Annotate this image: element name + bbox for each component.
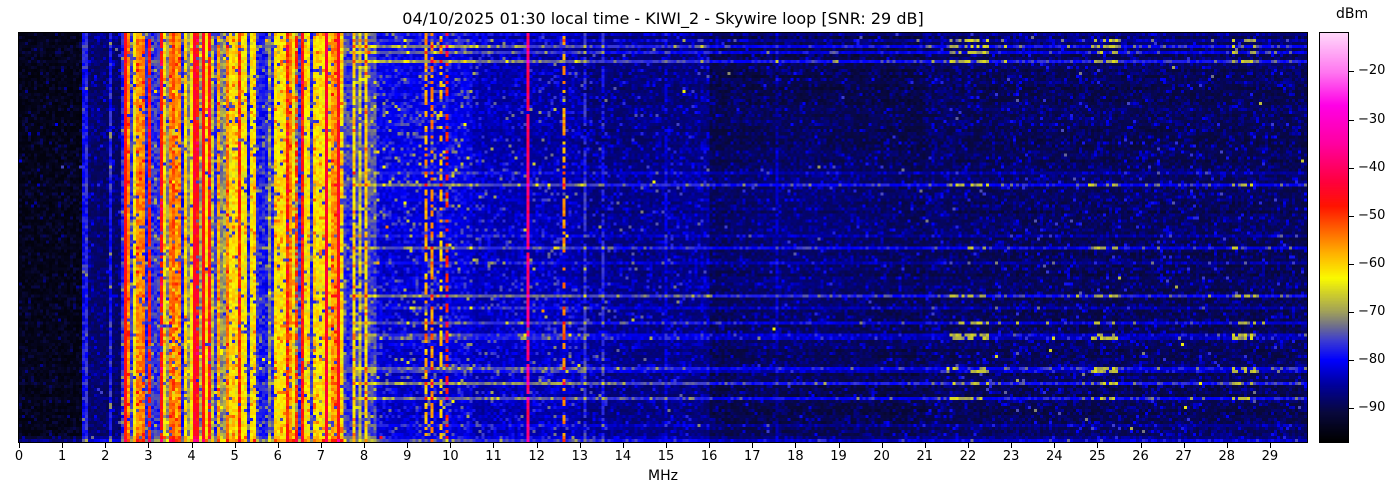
colorbar-tick-mark: [1349, 120, 1354, 121]
colorbar-tick-label: −90: [1358, 401, 1385, 415]
x-tick-mark: [968, 443, 969, 448]
x-tick-label: 26: [1121, 449, 1161, 464]
colorbar-unit-label: dBm: [1336, 6, 1396, 22]
spectrogram-figure: 04/10/2025 01:30 local time - KIWI_2 - S…: [0, 0, 1400, 500]
colorbar-tick-mark: [1349, 264, 1354, 265]
x-tick-label: 24: [1034, 449, 1074, 464]
x-tick-mark: [752, 443, 753, 448]
x-tick-label: 14: [603, 449, 643, 464]
x-tick-mark: [235, 443, 236, 448]
x-tick-label: 1: [42, 449, 82, 464]
x-tick-label: 27: [1164, 449, 1204, 464]
colorbar-tick-label: −70: [1358, 305, 1385, 319]
x-tick-label: 16: [689, 449, 729, 464]
x-tick-label: 13: [560, 449, 600, 464]
x-tick-label: 20: [862, 449, 902, 464]
x-tick-label: 17: [732, 449, 772, 464]
colorbar-tick-mark: [1349, 71, 1354, 72]
colorbar-tick-label: −50: [1358, 209, 1385, 223]
x-tick-mark: [795, 443, 796, 448]
x-tick-mark: [882, 443, 883, 448]
spectrogram-plot: [19, 33, 1307, 442]
colorbar-tick-label: −30: [1358, 113, 1385, 127]
x-tick-mark: [62, 443, 63, 448]
x-tick-mark: [537, 443, 538, 448]
x-tick-label: 19: [819, 449, 859, 464]
colorbar-tick-label: −20: [1358, 64, 1385, 78]
x-tick-mark: [278, 443, 279, 448]
colorbar-tick-mark: [1349, 360, 1354, 361]
spectrogram-canvas: [19, 33, 1307, 442]
x-tick-label: 10: [430, 449, 470, 464]
x-tick-label: 22: [948, 449, 988, 464]
x-tick-mark: [192, 443, 193, 448]
x-tick-label: 28: [1207, 449, 1247, 464]
colorbar-tick-mark: [1349, 312, 1354, 313]
x-tick-mark: [19, 443, 20, 448]
x-tick-mark: [1184, 443, 1185, 448]
colorbar-canvas: [1320, 33, 1348, 442]
x-tick-label: 29: [1250, 449, 1290, 464]
x-tick-label: 9: [387, 449, 427, 464]
colorbar-tick-label: −60: [1358, 257, 1385, 271]
x-tick-label: 12: [517, 449, 557, 464]
x-tick-label: 21: [905, 449, 945, 464]
x-tick-mark: [105, 443, 106, 448]
x-tick-mark: [623, 443, 624, 448]
x-tick-label: 6: [258, 449, 298, 464]
x-tick-label: 3: [128, 449, 168, 464]
x-tick-mark: [839, 443, 840, 448]
x-tick-label: 7: [301, 449, 341, 464]
colorbar-tick-mark: [1349, 168, 1354, 169]
chart-title: 04/10/2025 01:30 local time - KIWI_2 - S…: [19, 9, 1307, 28]
x-tick-mark: [407, 443, 408, 448]
x-tick-label: 8: [344, 449, 384, 464]
x-tick-mark: [1141, 443, 1142, 448]
x-tick-mark: [709, 443, 710, 448]
colorbar-tick-mark: [1349, 216, 1354, 217]
x-axis-label: MHz: [19, 468, 1307, 484]
colorbar-tick-label: −80: [1358, 353, 1385, 367]
x-tick-mark: [580, 443, 581, 448]
x-tick-mark: [666, 443, 667, 448]
x-tick-label: 5: [215, 449, 255, 464]
x-tick-mark: [493, 443, 494, 448]
x-tick-mark: [1270, 443, 1271, 448]
x-tick-label: 4: [172, 449, 212, 464]
x-tick-mark: [925, 443, 926, 448]
x-tick-mark: [364, 443, 365, 448]
x-tick-mark: [1054, 443, 1055, 448]
x-tick-mark: [450, 443, 451, 448]
x-tick-mark: [148, 443, 149, 448]
x-tick-label: 18: [775, 449, 815, 464]
x-tick-mark: [321, 443, 322, 448]
x-tick-mark: [1097, 443, 1098, 448]
x-tick-label: 15: [646, 449, 686, 464]
colorbar-tick-mark: [1349, 408, 1354, 409]
x-tick-mark: [1227, 443, 1228, 448]
x-tick-label: 25: [1077, 449, 1117, 464]
x-tick-mark: [1011, 443, 1012, 448]
x-tick-label: 2: [85, 449, 125, 464]
colorbar: [1320, 33, 1348, 442]
colorbar-tick-label: −40: [1358, 161, 1385, 175]
x-tick-label: 23: [991, 449, 1031, 464]
x-tick-label: 11: [473, 449, 513, 464]
x-tick-label: 0: [0, 449, 39, 464]
